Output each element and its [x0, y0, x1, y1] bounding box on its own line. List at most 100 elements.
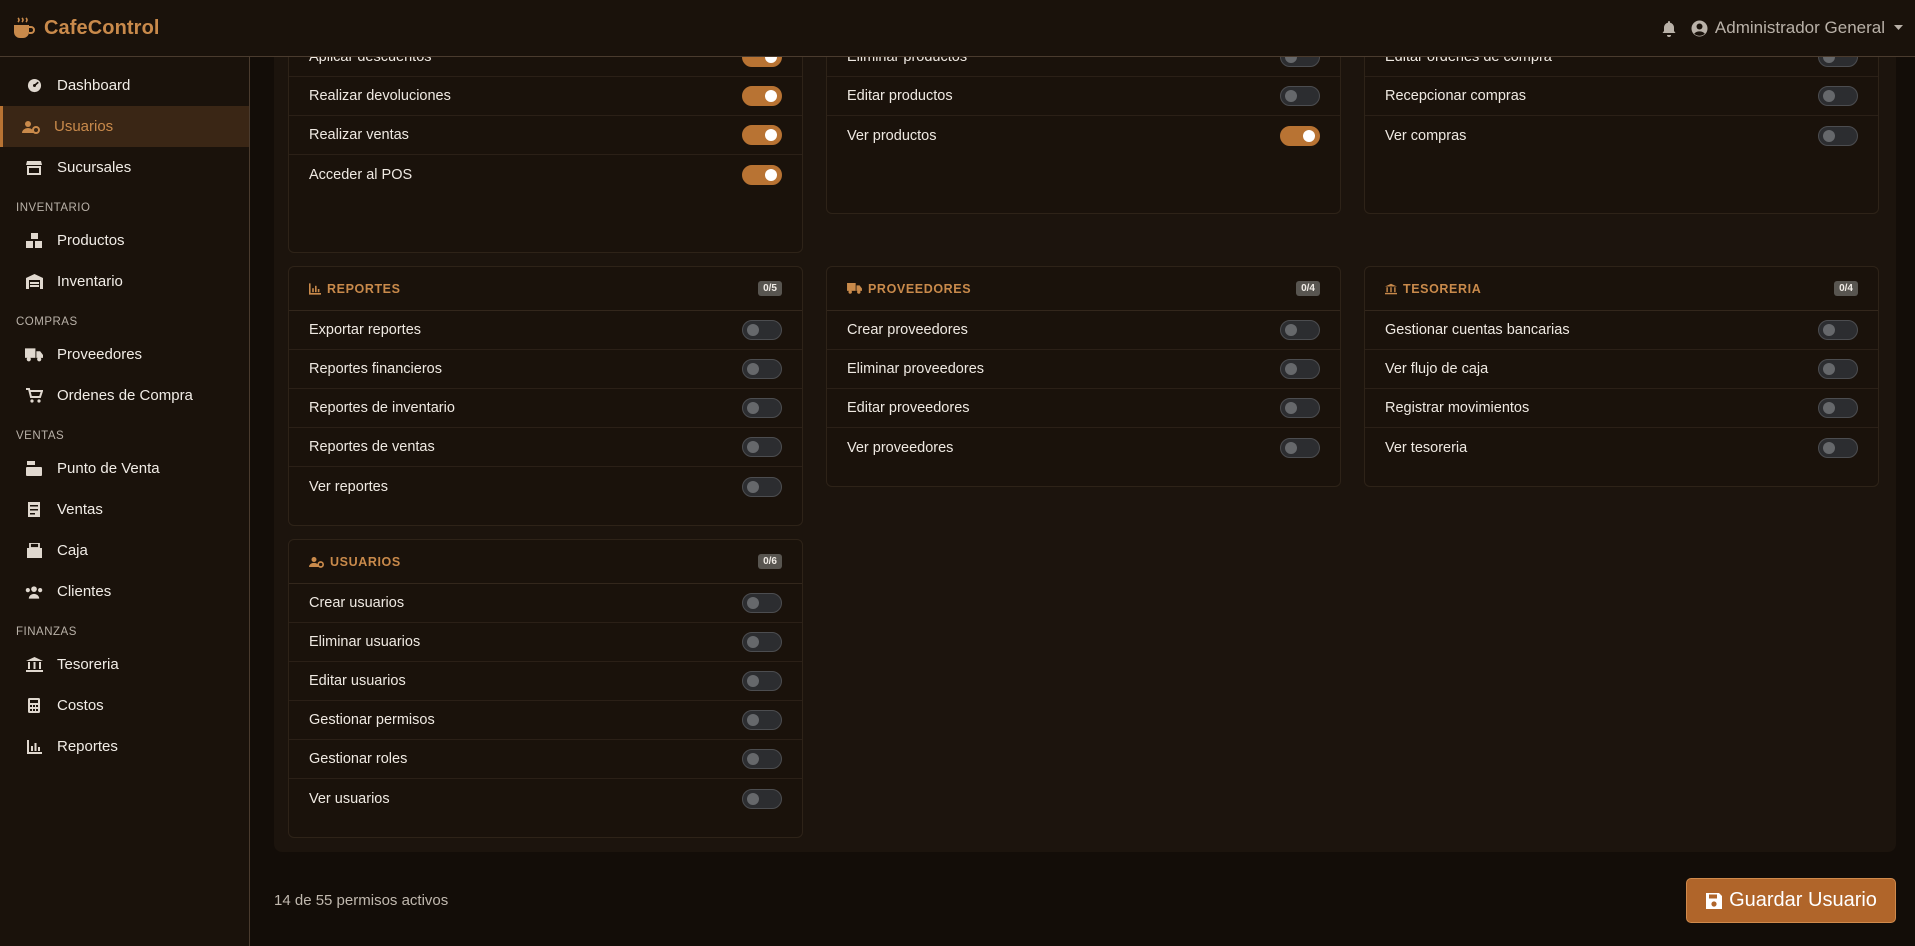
permission-row: Reportes financieros	[289, 350, 802, 389]
sidebar-item-reportes[interactable]: Reportes	[0, 726, 249, 767]
sidebar-item-dashboard[interactable]: Dashboard	[0, 65, 249, 106]
sidebar-item-label: Punto de Venta	[57, 460, 160, 477]
permission-label: Acceder al POS	[309, 166, 413, 183]
permission-row: Gestionar cuentas bancarias	[1365, 311, 1878, 350]
permission-label: Registrar movimientos	[1385, 400, 1530, 416]
sidebar-item-ordenes-de-compra[interactable]: Ordenes de Compra	[0, 375, 249, 416]
permission-row: Reportes de ventas	[289, 428, 802, 467]
permission-toggle[interactable]	[1818, 57, 1858, 67]
permission-label: Eliminar proveedores	[847, 361, 985, 377]
user-menu[interactable]: Administrador General	[1691, 18, 1903, 38]
bell-icon[interactable]	[1661, 20, 1677, 37]
permission-card-proveedores: PROVEEDORES 0/4 Crear proveedores Elimin…	[826, 266, 1341, 487]
boxes-icon	[25, 233, 43, 248]
permission-toggle[interactable]	[742, 593, 782, 613]
sidebar-item-usuarios[interactable]: Usuarios	[0, 106, 249, 147]
card-title: TESORERIA	[1403, 281, 1482, 296]
card-header: REPORTES 0/5	[289, 267, 802, 311]
permission-toggle[interactable]	[1818, 86, 1858, 106]
receipt-icon	[25, 502, 43, 517]
card-header: USUARIOS 0/6	[289, 540, 802, 584]
app-name: CafeControl	[44, 16, 160, 39]
permission-toggle[interactable]	[1818, 437, 1858, 458]
permission-toggle[interactable]	[1818, 320, 1858, 340]
gauge-icon	[25, 78, 43, 93]
sidebar-item-label: Caja	[57, 542, 88, 559]
permission-label: Ver compras	[1385, 127, 1467, 144]
permission-row: Eliminar usuarios	[289, 623, 802, 662]
permission-toggle[interactable]	[1280, 125, 1320, 146]
permission-toggle[interactable]	[1280, 320, 1320, 340]
sidebar-item-proveedores[interactable]: Proveedores	[0, 334, 249, 375]
permission-toggle[interactable]	[742, 86, 782, 106]
sidebar-item-label: Sucursales	[57, 159, 132, 176]
sidebar-item-inventario[interactable]: Inventario	[0, 261, 249, 302]
permission-toggle[interactable]	[742, 57, 782, 67]
top-navbar: CafeControl Administrador General	[0, 0, 1915, 57]
permission-toggle[interactable]	[742, 164, 782, 185]
permission-label: Ver usuarios	[309, 790, 390, 807]
card-header: PROVEEDORES 0/4	[827, 267, 1340, 311]
permission-row: Realizar devoluciones	[289, 77, 802, 116]
permission-row: Crear proveedores	[827, 311, 1340, 350]
permission-toggle[interactable]	[1818, 125, 1858, 146]
section-title-finanzas: FINANZAS	[16, 626, 77, 638]
permission-label: Reportes de ventas	[309, 439, 435, 455]
permission-toggle[interactable]	[1280, 57, 1320, 67]
permission-toggle[interactable]	[1818, 359, 1858, 379]
sidebar-item-ventas[interactable]: Ventas	[0, 489, 249, 530]
brand[interactable]: CafeControl	[10, 14, 160, 42]
permission-label: Editar proveedores	[847, 400, 970, 416]
permissions-panel: Aplicar descuentos Realizar devoluciones…	[274, 57, 1896, 852]
section-title-inventario: INVENTARIO	[16, 202, 91, 214]
permission-toggle[interactable]	[742, 632, 782, 652]
permission-label: Realizar devoluciones	[309, 88, 451, 104]
sidebar-item-productos[interactable]: Productos	[0, 220, 249, 261]
permission-toggle[interactable]	[1280, 398, 1320, 418]
permission-toggle[interactable]	[742, 671, 782, 691]
permission-row: Ver proveedores	[827, 428, 1340, 467]
truck-icon	[25, 347, 43, 362]
permission-row: Ver tesoreria	[1365, 428, 1878, 467]
permission-card-ventas: Aplicar descuentos Realizar devoluciones…	[288, 57, 803, 253]
permission-toggle[interactable]	[742, 320, 782, 340]
permission-label: Ver flujo de caja	[1385, 361, 1489, 377]
sidebar-item-caja[interactable]: Caja	[0, 530, 249, 571]
save-user-button[interactable]: Guardar Usuario	[1686, 878, 1896, 923]
permission-toggle[interactable]	[742, 398, 782, 418]
permission-row: Acceder al POS	[289, 155, 802, 194]
permission-row: Editar usuarios	[289, 662, 802, 701]
sidebar-item-tesoreria[interactable]: Tesoreria	[0, 644, 249, 685]
sidebar-item-label: Ordenes de Compra	[57, 387, 193, 404]
permission-row: Realizar ventas	[289, 116, 802, 155]
permission-toggle[interactable]	[1280, 86, 1320, 106]
permission-toggle[interactable]	[742, 749, 782, 769]
permission-label: Editar usuarios	[309, 673, 406, 689]
permission-label: Ver productos	[847, 127, 937, 144]
permission-label: Aplicar descuentos	[309, 57, 432, 65]
chart-icon	[309, 282, 321, 295]
permission-card-productos: Eliminar productos Editar productos Ver …	[826, 57, 1341, 214]
user-name: Administrador General	[1714, 18, 1885, 37]
sidebar-item-clientes[interactable]: Clientes	[0, 571, 249, 612]
card-title: REPORTES	[327, 281, 401, 296]
permission-toggle[interactable]	[742, 788, 782, 809]
permission-toggle[interactable]	[742, 125, 782, 145]
permission-row: Recepcionar compras	[1365, 77, 1878, 116]
permission-toggle[interactable]	[1280, 359, 1320, 379]
warehouse-icon	[25, 274, 43, 289]
permission-row: Ver reportes	[289, 467, 802, 506]
permission-toggle[interactable]	[1818, 398, 1858, 418]
permission-label: Gestionar cuentas bancarias	[1385, 322, 1570, 338]
permission-toggle[interactable]	[742, 437, 782, 457]
permission-toggle[interactable]	[742, 476, 782, 497]
permission-count-badge: 0/6	[758, 554, 782, 569]
sidebar-item-sucursales[interactable]: Sucursales	[0, 147, 249, 188]
sidebar-item-punto-de-venta[interactable]: Punto de Venta	[0, 448, 249, 489]
permission-toggle[interactable]	[742, 710, 782, 730]
permission-toggle[interactable]	[1280, 437, 1320, 458]
sidebar-item-label: Dashboard	[57, 77, 131, 94]
section-title-ventas: VENTAS	[16, 430, 65, 442]
sidebar-item-costos[interactable]: Costos	[0, 685, 249, 726]
permission-toggle[interactable]	[742, 359, 782, 379]
